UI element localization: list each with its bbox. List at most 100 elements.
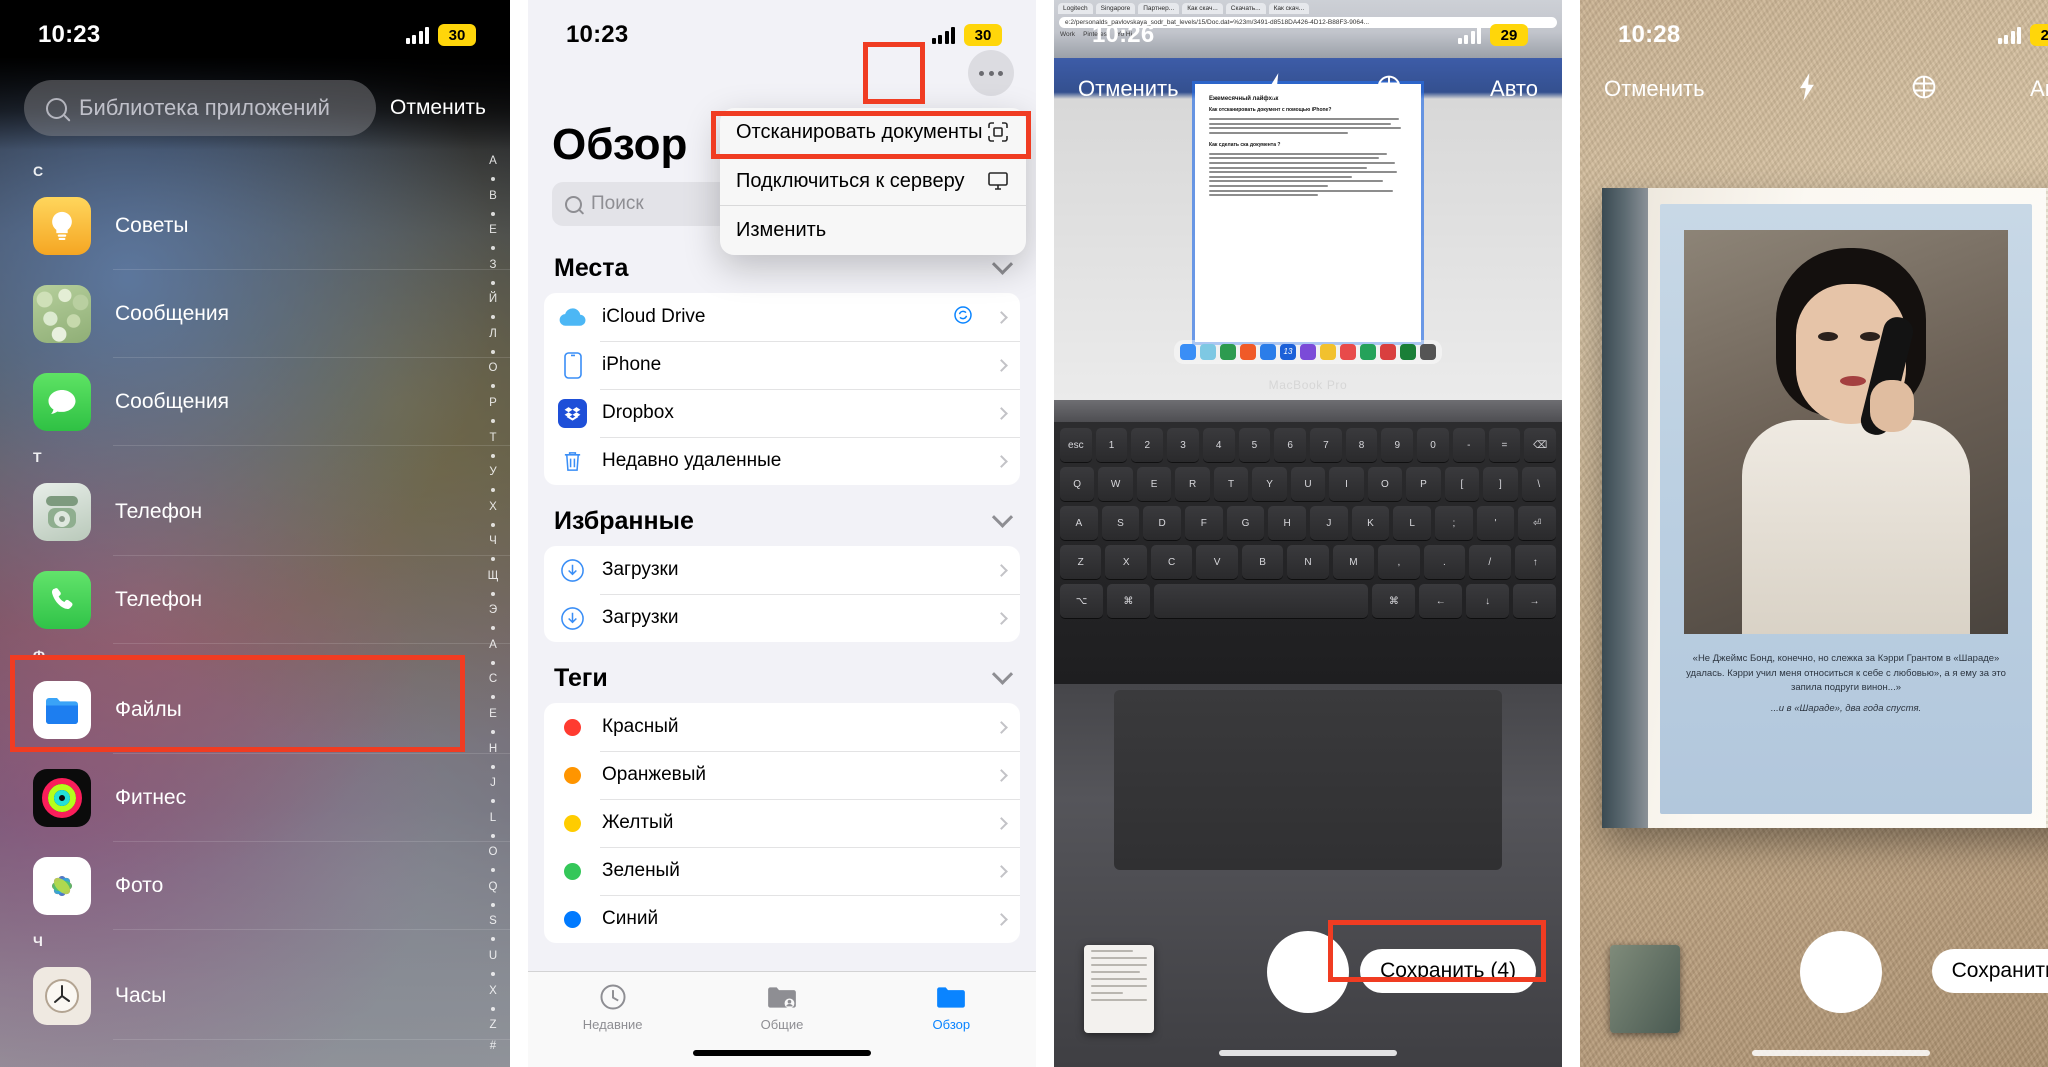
index-letter[interactable]: S (489, 916, 497, 928)
index-dot[interactable] (491, 1006, 495, 1011)
chevron-down-icon[interactable] (991, 663, 1014, 685)
index-letter[interactable]: L (490, 812, 496, 825)
context-menu[interactable]: Отсканировать документы Подключиться к с… (720, 108, 1026, 255)
index-letter[interactable]: X (489, 985, 497, 998)
index-letter[interactable]: Ч (489, 536, 497, 548)
app-list[interactable]: С Советы Сообщения Сообщения Т Телефон Т… (0, 160, 510, 1067)
index-dot[interactable] (491, 591, 495, 596)
index-dot[interactable] (491, 626, 495, 631)
index-letter[interactable]: Р (489, 397, 497, 410)
index-dot[interactable] (491, 246, 495, 251)
index-letter[interactable]: Й (489, 294, 497, 306)
list-item-tag-blue[interactable]: Синий (544, 895, 1020, 943)
color-filter-icon[interactable] (1374, 72, 1404, 107)
list-item-tag-orange[interactable]: Оранжевый (544, 751, 1020, 799)
index-letter[interactable]: Q (489, 881, 498, 894)
index-letter[interactable]: Е (489, 225, 497, 237)
camera-controls[interactable]: Сохранить (4) (1054, 897, 1562, 1067)
list-item-downloads-2[interactable]: Загрузки (544, 594, 1020, 642)
index-dot[interactable] (491, 211, 495, 216)
index-dot[interactable] (491, 799, 495, 804)
menu-item-scan-documents[interactable]: Отсканировать документы (720, 108, 1026, 157)
app-row-tips[interactable]: Советы (0, 182, 510, 270)
color-filter-icon[interactable] (1909, 72, 1939, 107)
index-dot[interactable] (491, 730, 495, 735)
search-input[interactable]: Библиотека приложений (24, 80, 377, 136)
files-scroll-area[interactable]: Места iCloud Drive iPhone Dropbox Недавн… (528, 232, 1036, 971)
index-letter[interactable]: U (489, 950, 497, 963)
index-dot[interactable] (491, 971, 495, 976)
index-dot[interactable] (491, 177, 495, 182)
tab-browse[interactable]: Обзор (867, 982, 1036, 1032)
menu-item-connect-server[interactable]: Подключиться к серверу (720, 157, 1026, 206)
camera-toolbar[interactable]: Отменить Авто (1580, 58, 2048, 120)
tab-shared[interactable]: Общие (697, 982, 866, 1032)
list-item-tag-red[interactable]: Красный (544, 703, 1020, 751)
list-item-icloud[interactable]: iCloud Drive (544, 293, 1020, 341)
scan-thumbnail[interactable] (1610, 945, 1680, 1033)
index-dot[interactable] (491, 902, 495, 907)
flash-icon[interactable] (1796, 72, 1818, 107)
index-dot[interactable] (491, 695, 495, 700)
list-item-recently-deleted[interactable]: Недавно удаленные (544, 437, 1020, 485)
save-button[interactable]: Сохранить (1931, 949, 2048, 993)
auto-mode-button[interactable]: Авто (1490, 76, 1538, 102)
cancel-button[interactable]: Отменить (1604, 76, 1705, 102)
app-row-photos[interactable]: Фото (0, 842, 510, 930)
cancel-button[interactable]: Отменить (390, 96, 486, 120)
chevron-down-icon[interactable] (991, 253, 1014, 275)
index-dot[interactable] (491, 557, 495, 562)
index-letter[interactable]: З (490, 259, 497, 272)
index-letter[interactable]: Щ (488, 570, 499, 583)
index-dot[interactable] (491, 868, 495, 873)
index-dot[interactable] (491, 764, 495, 769)
index-letter[interactable]: E (489, 708, 497, 721)
app-row-phone[interactable]: Телефон (0, 556, 510, 644)
list-item-dropbox[interactable]: Dropbox (544, 389, 1020, 437)
index-letter[interactable]: О (489, 363, 498, 375)
index-dot[interactable] (491, 660, 495, 665)
index-dot[interactable] (491, 315, 495, 320)
menu-item-edit[interactable]: Изменить (720, 206, 1026, 255)
app-row-clock[interactable]: Часы (0, 952, 510, 1040)
index-letter[interactable]: Z (489, 1020, 496, 1032)
index-dot[interactable] (491, 833, 495, 838)
chevron-down-icon[interactable] (991, 506, 1014, 528)
index-letter[interactable]: В (489, 190, 497, 203)
index-letter[interactable]: # (490, 1041, 496, 1053)
list-item-tag-yellow[interactable]: Желтый (544, 799, 1020, 847)
index-letter[interactable]: Т (489, 432, 496, 445)
index-letter[interactable]: H (489, 743, 497, 756)
app-row-messages[interactable]: Сообщения (0, 358, 510, 446)
app-row-files[interactable]: Файлы (0, 666, 510, 754)
list-item-tag-green[interactable]: Зеленый (544, 847, 1020, 895)
more-options-button[interactable] (968, 50, 1014, 96)
app-row-phone-retro[interactable]: Телефон (0, 468, 510, 556)
index-dot[interactable] (491, 937, 495, 942)
index-letter[interactable]: Э (489, 605, 497, 617)
camera-controls[interactable]: Сохранить (1580, 897, 2048, 1067)
cancel-button[interactable]: Отменить (1078, 76, 1179, 102)
index-dot[interactable] (491, 488, 495, 493)
index-dot[interactable] (491, 453, 495, 458)
index-letter[interactable]: O (489, 847, 498, 859)
index-letter[interactable]: Л (489, 328, 497, 341)
shutter-button[interactable] (1800, 931, 1882, 1013)
group-header-tags[interactable]: Теги (528, 642, 1036, 703)
save-button[interactable]: Сохранить (4) (1360, 949, 1536, 993)
list-item-iphone[interactable]: iPhone (544, 341, 1020, 389)
app-row-fitness[interactable]: Фитнес (0, 754, 510, 842)
index-dot[interactable] (491, 384, 495, 389)
index-letter[interactable]: У (489, 467, 496, 479)
index-letter[interactable]: А (489, 155, 497, 168)
index-dot[interactable] (491, 280, 495, 285)
index-letter[interactable]: C (489, 674, 497, 686)
index-dot[interactable] (491, 522, 495, 527)
auto-mode-button[interactable]: Авто (2030, 76, 2048, 102)
tab-recents[interactable]: Недавние (528, 982, 697, 1032)
index-dot[interactable] (491, 349, 495, 354)
scan-thumbnail[interactable] (1084, 945, 1154, 1033)
camera-toolbar[interactable]: Отменить Авто (1054, 58, 1562, 120)
group-header-favorites[interactable]: Избранные (528, 485, 1036, 546)
index-letter[interactable]: Х (489, 501, 497, 514)
